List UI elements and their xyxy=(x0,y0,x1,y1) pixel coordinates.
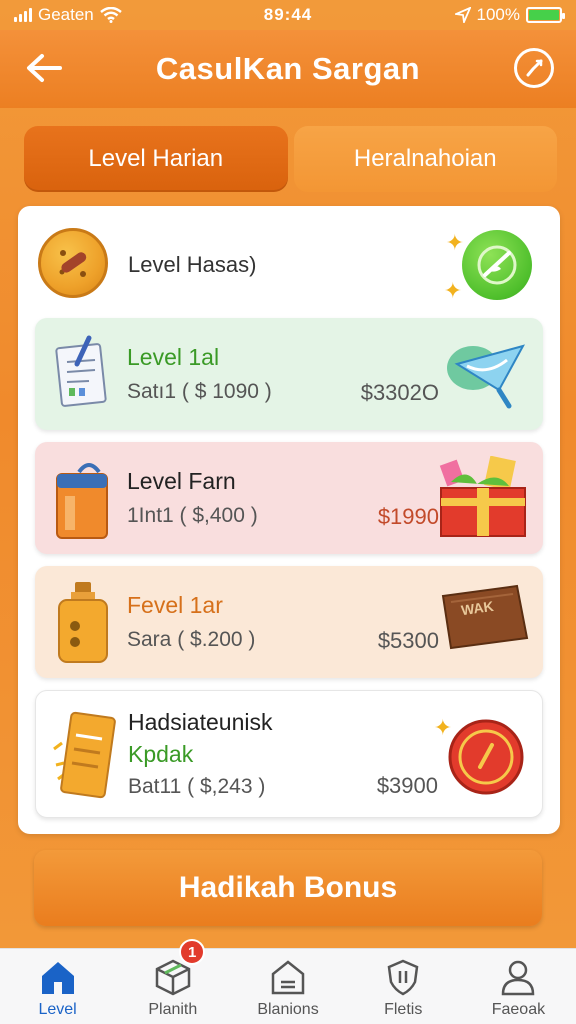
level-title: Level 1al xyxy=(127,344,220,370)
sparkle-icon: ✦ xyxy=(443,278,462,303)
nav-label: Blanions xyxy=(257,1001,319,1018)
level-subtitle: Satı1 ( $ 1090 ) xyxy=(127,380,272,403)
level-subtitle: 1Int1 ( $,400 ) xyxy=(127,504,258,527)
tab-heralnahoian[interactable]: Heralnahoian xyxy=(293,126,557,192)
nav-item-fletis[interactable]: Fletis xyxy=(346,949,461,1024)
status-time: 89:44 xyxy=(263,5,313,24)
level-title: Fevel 1ar xyxy=(127,592,223,618)
app-header: CasulKan Sargan xyxy=(0,30,576,108)
level-price: $3302O xyxy=(360,380,439,405)
notepad-icon xyxy=(49,334,119,414)
compass-icon xyxy=(526,59,543,77)
house-icon xyxy=(268,957,308,997)
level-price: $3900 xyxy=(376,773,438,798)
nav-label: Fletis xyxy=(384,1001,423,1018)
compass-button[interactable] xyxy=(514,48,554,88)
shield-icon xyxy=(383,957,423,997)
level-price: $1990 xyxy=(377,504,439,529)
tab-bar: Level Harian Heralnahoian xyxy=(24,126,557,192)
leaf-badge-icon xyxy=(462,230,532,300)
back-button[interactable] xyxy=(22,48,66,88)
funnel-icon xyxy=(437,332,529,412)
ticket-icon xyxy=(50,709,120,799)
status-right: 100% xyxy=(362,5,565,25)
wifi-icon xyxy=(99,7,122,23)
status-bar: Geaten 89:44 100% xyxy=(0,0,576,30)
tab-level-harian[interactable]: Level Harian xyxy=(24,126,288,192)
level-card[interactable]: Level 1al Satı1 ( $ 1090 ) $3302O xyxy=(35,318,543,430)
level-subtitle: Sara ( $.200 ) xyxy=(127,628,256,651)
level-title: Level Farn xyxy=(127,468,236,494)
panel-header: Level Hasas) ✦ ✦ xyxy=(36,224,542,304)
level-subtitle: Bat11 ( $,243 ) xyxy=(128,775,266,798)
bonus-button[interactable]: Hadikah Bonus xyxy=(34,850,542,926)
home-icon xyxy=(38,957,78,997)
bottle-icon xyxy=(49,580,119,663)
cookie-coin-icon xyxy=(38,228,108,298)
target-badge-icon xyxy=(436,713,528,795)
sparkle-icon: ✦ xyxy=(445,230,464,255)
level-card[interactable]: Hadsiateunisk Kpdak Bat11 ( $,243 ) $390… xyxy=(35,690,543,818)
signal-icon xyxy=(14,8,32,22)
location-arrow-icon xyxy=(454,7,471,23)
nav-label: Level xyxy=(38,1001,77,1018)
battery-icon xyxy=(526,7,565,23)
level-card[interactable]: Level Farn 1Int1 ( $,400 ) $1990 xyxy=(35,442,543,554)
nav-item-faeoak[interactable]: Faeoak xyxy=(461,949,576,1024)
nav-item-blanions[interactable]: Blanions xyxy=(230,949,345,1024)
level-card[interactable]: Fevel 1ar Sara ( $.200 ) $5300 WAK xyxy=(35,566,543,678)
bottom-nav: Level 1 Planith Blanions Fletis Faeoak xyxy=(0,939,576,1024)
jar-icon xyxy=(49,456,119,539)
arrow-left-icon xyxy=(27,54,62,82)
wooden-sign-icon: WAK xyxy=(437,582,529,662)
carrier-label: Geaten xyxy=(38,5,94,24)
levels-panel: Level Hasas) ✦ ✦ Level 1al Satı1 ( $ 109… xyxy=(18,206,560,834)
level-subtitle-highlight: Kpdak xyxy=(128,741,194,767)
nav-label: Planith xyxy=(148,1001,198,1018)
battery-fill xyxy=(529,10,559,20)
battery-percent: 100% xyxy=(476,5,520,24)
notification-badge: 1 xyxy=(179,939,206,965)
status-left: Geaten xyxy=(14,5,214,25)
nav-item-level[interactable]: Level xyxy=(0,949,115,1024)
panel-header-label: Level Hasas) xyxy=(128,252,257,277)
nav-label: Faeoak xyxy=(491,1001,546,1018)
level-title: Hadsiateunisk xyxy=(128,709,273,735)
gift-box-icon xyxy=(437,455,529,537)
level-price: $5300 xyxy=(377,628,439,653)
nav-item-planith[interactable]: 1 Planith xyxy=(115,939,230,1024)
user-icon xyxy=(498,957,538,997)
page-title: CasulKan Sargan xyxy=(155,51,421,86)
